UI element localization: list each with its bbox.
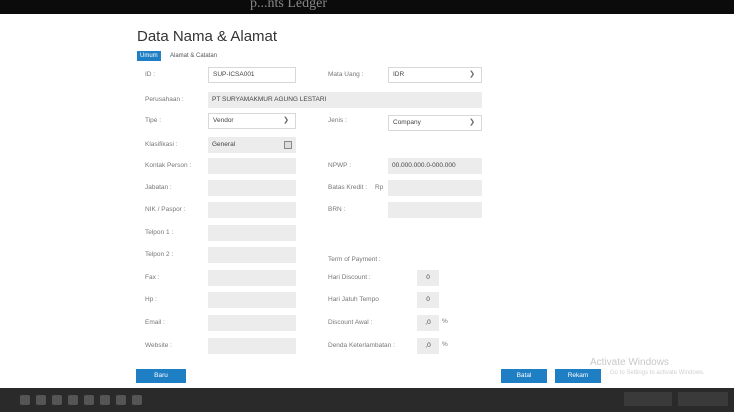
nik-label: NIK / Paspor : — [145, 206, 186, 213]
kontak-field[interactable] — [208, 158, 296, 174]
id-label: ID : — [145, 71, 156, 78]
app-icon[interactable] — [116, 395, 126, 405]
hari-discount-field[interactable]: 0 — [417, 270, 439, 286]
email-field[interactable] — [208, 315, 296, 331]
discount-awal-label: Discount Awal : — [328, 319, 373, 326]
tipe-select[interactable]: Vendor ❯ — [208, 113, 296, 129]
app-icon[interactable] — [100, 395, 110, 405]
kontak-label: Kontak Person : — [145, 162, 192, 169]
batal-button[interactable]: Batal — [501, 369, 547, 383]
website-field[interactable] — [208, 338, 296, 354]
top-caption: p...nts Ledger — [250, 0, 327, 11]
fax-label: Fax : — [145, 274, 160, 281]
mata-uang-select[interactable]: IDR ❯ — [388, 67, 482, 83]
denda-label: Denda Keterlambatan : — [328, 342, 395, 349]
hari-jatuh-tempo-field[interactable]: 0 — [417, 292, 439, 308]
mata-uang-value: IDR — [393, 71, 405, 78]
website-label: Website : — [145, 342, 172, 349]
batas-kredit-label: Batas Kredit : — [328, 184, 368, 191]
npwp-field[interactable]: 00.000.000.0-000.000 — [388, 158, 482, 174]
jabatan-label: Jabatan : — [145, 184, 172, 191]
activation-watermark-text: Go to Settings to activate Windows. — [610, 370, 705, 376]
app-icon[interactable] — [132, 395, 142, 405]
hari-discount-label: Hari Discount : — [328, 274, 371, 281]
id-field[interactable]: SUP-ICSA001 — [208, 67, 296, 83]
explorer-icon[interactable] — [68, 395, 78, 405]
rekam-button[interactable]: Rekam — [555, 369, 601, 383]
telpon2-label: Telpon 2 : — [145, 251, 174, 258]
telpon1-label: Telpon 1 : — [145, 229, 174, 236]
tab-alamat-catatan[interactable]: Alamat & Catatan — [167, 51, 220, 61]
klasifikasi-label: Klasifikasi : — [145, 141, 178, 148]
chevron-down-icon: ❯ — [283, 117, 289, 124]
denda-unit: % — [442, 341, 448, 348]
browser-icon[interactable] — [84, 395, 94, 405]
chevron-down-icon: ❯ — [469, 71, 475, 78]
top-bar: p...nts Ledger — [0, 0, 734, 14]
jabatan-field[interactable] — [208, 180, 296, 196]
tab-umum[interactable]: Umum — [137, 51, 161, 61]
perusahaan-field[interactable]: PT SURYAMAKMUR AGUNG LESTARI — [208, 92, 482, 108]
chevron-down-icon: ❯ — [469, 119, 475, 126]
tipe-label: Tipe : — [145, 117, 162, 124]
brn-label: BRN : — [328, 206, 346, 213]
denda-field[interactable]: ,0 — [417, 338, 439, 354]
klasifikasi-value: General — [212, 141, 236, 148]
activation-watermark-title: Activate Windows — [590, 357, 669, 368]
perusahaan-label: Perusahaan : — [145, 96, 184, 103]
jenis-select[interactable]: Company ❯ — [388, 115, 482, 131]
tipe-value: Vendor — [213, 117, 234, 124]
discount-awal-unit: % — [442, 318, 448, 325]
baru-button[interactable]: Baru — [136, 369, 186, 383]
jenis-value: Company — [393, 119, 421, 126]
brn-field[interactable] — [388, 202, 482, 218]
mata-uang-label: Mata Uang : — [328, 71, 364, 78]
fax-field[interactable] — [208, 270, 296, 286]
email-label: Email : — [145, 319, 165, 326]
term-label: Term of Payment : — [328, 256, 381, 263]
telpon2-field[interactable] — [208, 247, 296, 263]
hp-field[interactable] — [208, 292, 296, 308]
start-icon[interactable] — [20, 395, 30, 405]
search-icon[interactable] — [36, 395, 46, 405]
hp-label: Hp : — [145, 296, 157, 303]
nik-field[interactable] — [208, 202, 296, 218]
npwp-label: NPWP : — [328, 162, 351, 169]
telpon1-field[interactable] — [208, 225, 296, 241]
task-view-icon[interactable] — [52, 395, 62, 405]
page-title: Data Nama & Alamat — [137, 28, 278, 45]
discount-awal-field[interactable]: ,0 — [417, 315, 439, 331]
system-tray[interactable] — [624, 392, 672, 406]
klasifikasi-field[interactable]: General — [208, 137, 296, 153]
batas-kredit-field[interactable] — [388, 180, 482, 196]
hari-jatuh-tempo-label: Hari Jatuh Tempo — [328, 296, 379, 303]
batas-kredit-currency: Rp — [375, 184, 384, 191]
clock-area[interactable] — [678, 392, 728, 406]
lookup-icon[interactable] — [284, 141, 292, 149]
jenis-label: Jenis : — [328, 117, 347, 124]
